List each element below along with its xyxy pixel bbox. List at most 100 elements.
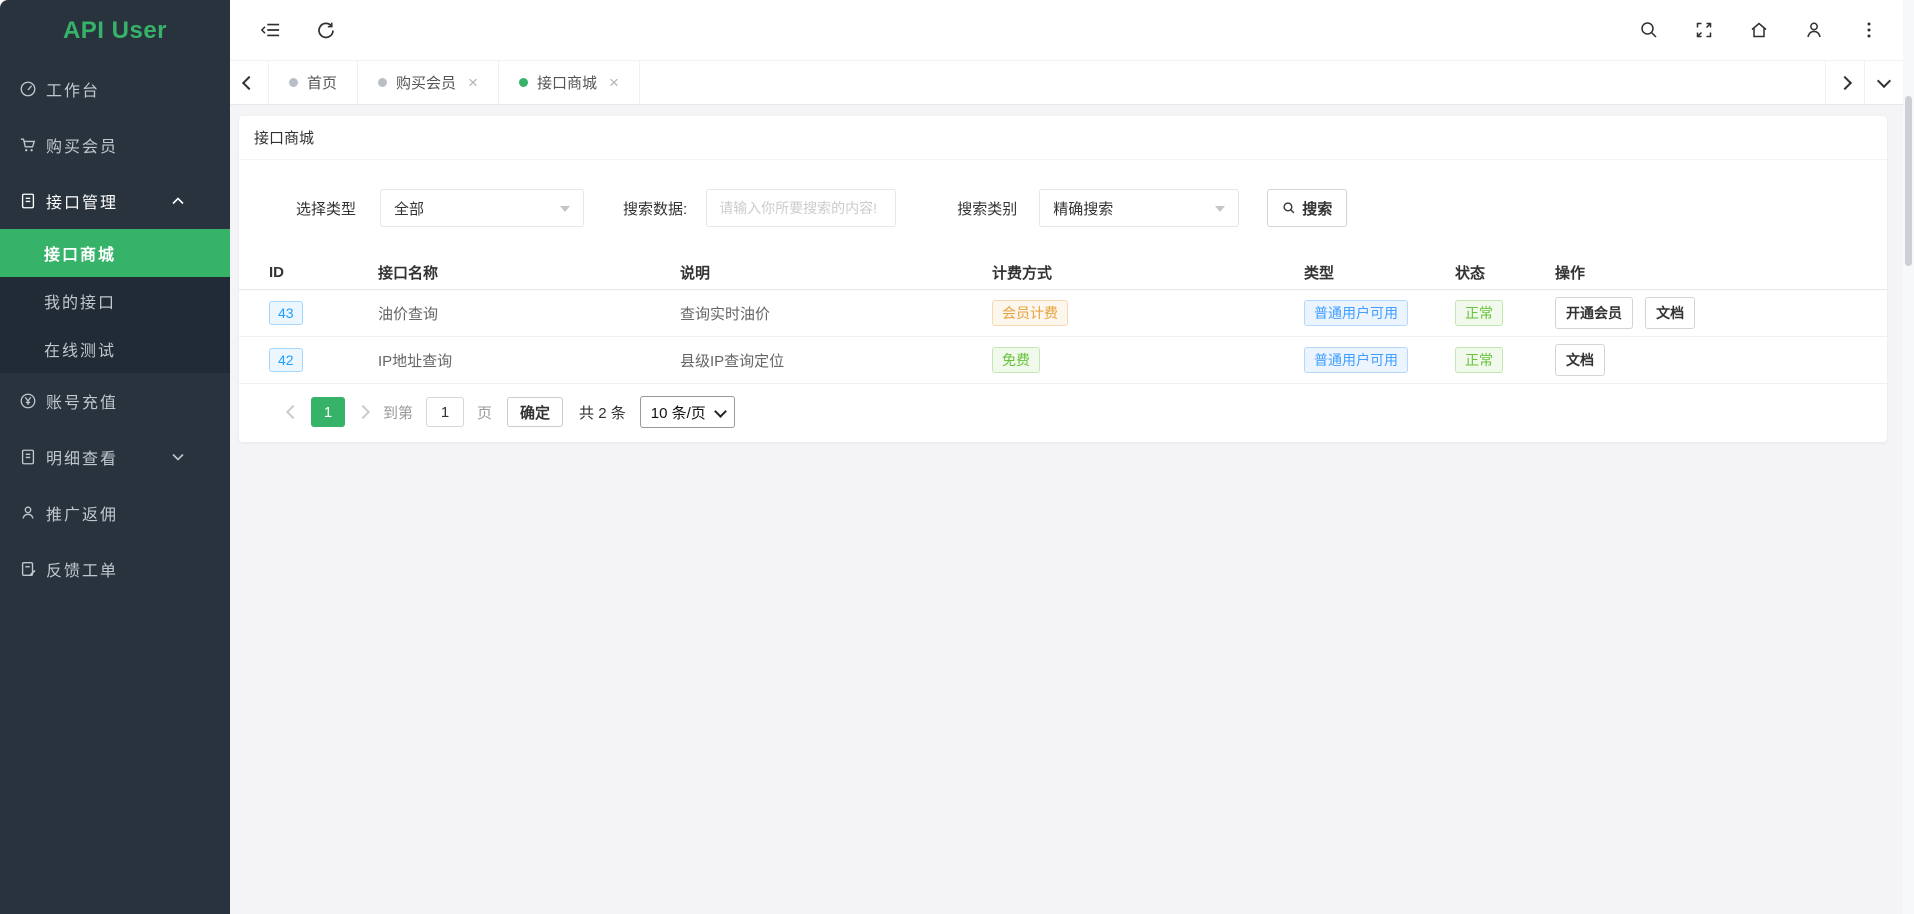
sidebar-item-label: 接口管理: [46, 189, 118, 213]
type-select-label: 选择类型: [296, 198, 356, 219]
more-icon[interactable]: [1859, 20, 1879, 40]
sidebar-item-api-management[interactable]: 接口管理: [0, 173, 230, 229]
fullscreen-icon[interactable]: [1694, 20, 1714, 40]
sidebar-item-promotion-rebate[interactable]: 推广返佣: [0, 485, 230, 541]
category-select-value: 精确搜索: [1053, 198, 1113, 219]
goto-label: 到第: [383, 402, 413, 423]
api-table: ID 接口名称 说明 计费方式 类型 状态 操作 43 油价查询: [239, 255, 1887, 384]
dashboard-icon: [19, 80, 37, 98]
collapse-sidebar-icon[interactable]: [260, 20, 280, 40]
tabs-scroll-right-button[interactable]: [1825, 61, 1864, 104]
column-header-desc: 说明: [680, 255, 992, 290]
sidebar-item-label: 在线测试: [44, 337, 116, 361]
tab-home[interactable]: 首页: [269, 61, 358, 104]
billing-badge: 会员计费: [992, 300, 1068, 327]
billing-badge: 免费: [992, 347, 1040, 374]
table-header-row: ID 接口名称 说明 计费方式 类型 状态 操作: [239, 255, 1887, 290]
people-icon: [19, 504, 37, 522]
open-membership-button[interactable]: 开通会员: [1555, 297, 1633, 329]
sidebar-item-label: 接口商城: [44, 241, 116, 265]
topbar: [230, 0, 1903, 61]
page-unit-label: 页: [477, 402, 492, 423]
api-name: IP地址查询: [378, 337, 680, 384]
tab-api-mall[interactable]: 接口商城 ×: [499, 61, 640, 104]
sidebar-item-online-test[interactable]: 在线测试: [0, 325, 230, 373]
tab-buy-membership[interactable]: 购买会员 ×: [358, 61, 499, 104]
id-badge: 43: [269, 301, 303, 326]
status-badge: 正常: [1455, 347, 1503, 374]
main-area: 首页 购买会员 × 接口商城 × 接口商城 选择类型: [230, 0, 1903, 914]
sidebar-item-label: 我的接口: [44, 289, 116, 313]
current-page-button[interactable]: 1: [311, 397, 345, 427]
tab-label: 接口商城: [537, 72, 597, 93]
sidebar-item-buy-membership[interactable]: 购买会员: [0, 117, 230, 173]
close-icon[interactable]: ×: [609, 74, 619, 91]
sidebar-item-workbench[interactable]: 工作台: [0, 61, 230, 117]
app-logo: API User: [0, 0, 230, 61]
api-desc: 查询实时油价: [680, 290, 992, 337]
category-select-label: 搜索类别: [957, 198, 1017, 219]
app-window: API User 工作台 购买会员 接口管理: [0, 0, 1914, 914]
chevron-up-icon: [172, 197, 184, 205]
sidebar-item-label: 购买会员: [46, 133, 118, 157]
tab-label: 首页: [307, 72, 337, 93]
column-header-actions: 操作: [1555, 255, 1887, 290]
search-icon: [1282, 201, 1296, 215]
prev-page-button[interactable]: [280, 407, 306, 417]
tabbar-spacer: [640, 61, 1825, 104]
column-header-status: 状态: [1455, 255, 1555, 290]
user-icon[interactable]: [1804, 20, 1824, 40]
type-select[interactable]: 全部: [380, 189, 584, 227]
sidebar-item-label: 反馈工单: [46, 557, 118, 581]
tab-status-dot: [378, 78, 387, 87]
docs-button[interactable]: 文档: [1645, 297, 1695, 329]
sidebar-item-account-recharge[interactable]: 账号充值: [0, 373, 230, 429]
filter-bar: 选择类型 全部 搜索数据: 搜索类别 精确搜索: [239, 160, 1887, 255]
chevron-down-icon: [714, 405, 727, 418]
scrollbar-track[interactable]: [1903, 0, 1914, 914]
search-icon[interactable]: [1639, 20, 1659, 40]
tabs-menu-button[interactable]: [1864, 61, 1903, 104]
status-badge: 正常: [1455, 300, 1503, 327]
refresh-icon[interactable]: [316, 20, 336, 40]
sidebar-submenu-api-management: 接口商城 我的接口 在线测试: [0, 229, 230, 373]
docs-button[interactable]: 文档: [1555, 344, 1605, 376]
select-caret-icon: [560, 206, 570, 212]
api-desc: 县级IP查询定位: [680, 337, 992, 384]
document-icon: [19, 448, 37, 466]
tabbar: 首页 购买会员 × 接口商城 ×: [230, 61, 1903, 105]
sidebar-item-detail-view[interactable]: 明细查看: [0, 429, 230, 485]
home-icon[interactable]: [1749, 20, 1769, 40]
api-name: 油价查询: [378, 290, 680, 337]
tabs-scroll-left-button[interactable]: [230, 61, 269, 104]
column-header-billing: 计费方式: [992, 255, 1304, 290]
category-select[interactable]: 精确搜索: [1039, 189, 1239, 227]
sidebar-item-api-mall[interactable]: 接口商城: [0, 229, 230, 277]
sidebar-item-label: 账号充值: [46, 389, 118, 413]
type-badge: 普通用户可用: [1304, 347, 1408, 374]
close-icon[interactable]: ×: [468, 74, 478, 91]
goto-page-input[interactable]: [426, 397, 464, 427]
yen-icon: [19, 392, 37, 410]
search-button[interactable]: 搜索: [1267, 189, 1347, 227]
confirm-button[interactable]: 确定: [507, 397, 563, 427]
scrollbar-thumb[interactable]: [1905, 96, 1912, 266]
tab-label: 购买会员: [396, 72, 456, 93]
next-page-button[interactable]: [350, 407, 376, 417]
page-title: 接口商城: [239, 116, 1887, 160]
topbar-left-icons: [260, 20, 336, 40]
sidebar-item-my-apis[interactable]: 我的接口: [0, 277, 230, 325]
table-row: 42 IP地址查询 县级IP查询定位 免费 普通用户可用 正常 文档: [239, 337, 1887, 384]
api-mall-card: 接口商城 选择类型 全部 搜索数据: 搜索类别 精确搜索: [239, 116, 1887, 442]
feedback-icon: [19, 560, 37, 578]
search-input-label: 搜索数据:: [623, 198, 687, 219]
sidebar-item-feedback-ticket[interactable]: 反馈工单: [0, 541, 230, 597]
content-area: 接口商城 选择类型 全部 搜索数据: 搜索类别 精确搜索: [230, 105, 1903, 914]
column-header-id: ID: [239, 255, 378, 290]
sidebar-item-label: 明细查看: [46, 445, 118, 469]
topbar-right-icons: [1639, 20, 1879, 40]
type-select-value: 全部: [394, 198, 424, 219]
search-input[interactable]: [706, 189, 896, 227]
column-header-type: 类型: [1304, 255, 1455, 290]
per-page-select[interactable]: 10 条/页: [640, 396, 735, 428]
